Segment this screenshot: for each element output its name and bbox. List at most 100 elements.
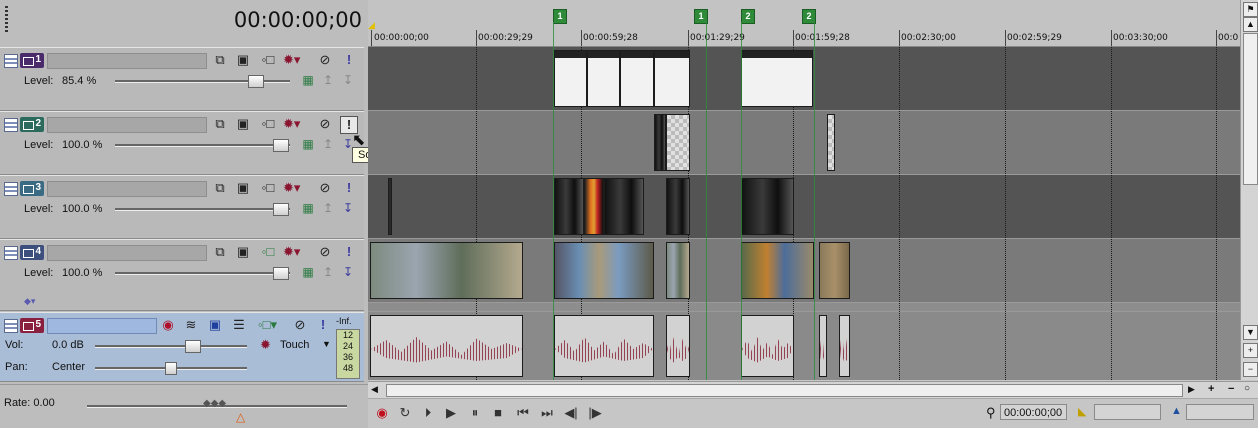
- track-expand-handle[interactable]: [4, 319, 18, 333]
- audio-clip[interactable]: [819, 315, 827, 377]
- composite-mode-icon[interactable]: ⧉: [212, 52, 228, 68]
- track-fx-icon[interactable]: ✹▾: [283, 244, 300, 260]
- scroll-right-button[interactable]: ▶: [1188, 384, 1195, 395]
- hscroll-thumb[interactable]: [386, 384, 1183, 397]
- scroll-down-button[interactable]: ▼: [1243, 325, 1258, 340]
- track-motion-icon[interactable]: ▣: [235, 180, 251, 196]
- automation-mode-icon[interactable]: ✹: [260, 337, 271, 353]
- bypass-motion-blur-icon[interactable]: ◦□: [260, 52, 276, 68]
- video-clip[interactable]: [827, 114, 835, 171]
- automation-mode-dropdown-icon[interactable]: ▼: [322, 339, 331, 349]
- track-name-field[interactable]: [47, 53, 207, 69]
- video-clip[interactable]: [741, 178, 794, 235]
- track-name-field[interactable]: [47, 181, 207, 197]
- go-to-end-button[interactable]: ⏭: [538, 404, 556, 422]
- composite-mode-icon[interactable]: ⧉: [212, 116, 228, 132]
- track-fx-icon[interactable]: ✹▾: [283, 52, 300, 68]
- make-compositing-child-icon[interactable]: ▦: [300, 136, 316, 152]
- play-from-start-button[interactable]: ⏵: [419, 404, 437, 422]
- audio-clip[interactable]: [370, 315, 523, 377]
- track-name-field[interactable]: [47, 318, 157, 334]
- level-slider-thumb[interactable]: [273, 203, 289, 216]
- pause-button[interactable]: ⏸: [466, 404, 484, 422]
- marker-flag-icon[interactable]: ⚑: [1243, 2, 1258, 17]
- level-slider[interactable]: [115, 75, 290, 88]
- solo-icon[interactable]: !: [341, 180, 357, 196]
- invert-phase-icon[interactable]: ≋: [183, 317, 199, 333]
- bypass-motion-blur-icon[interactable]: ◦□: [260, 116, 276, 132]
- rate-slider-thumb[interactable]: ◆◆◆: [203, 398, 226, 409]
- track-expand-handle[interactable]: [4, 54, 18, 68]
- track-motion-icon[interactable]: ▣: [235, 244, 251, 260]
- composite-mode-icon[interactable]: ⧉: [212, 180, 228, 196]
- move-up-icon[interactable]: ↥: [320, 200, 336, 216]
- loop-playback-button[interactable]: ↻: [396, 404, 414, 422]
- video-clip[interactable]: [620, 50, 654, 107]
- video-clip[interactable]: [587, 50, 620, 107]
- video-clip[interactable]: [554, 178, 584, 235]
- zoom-in-vertical-button[interactable]: +: [1243, 343, 1258, 358]
- time-ruler[interactable]: ◢ 1 1 2 2 00:00:00;00 00:00:29;29 00:00:…: [368, 0, 1240, 47]
- automation-settings-icon[interactable]: ☰: [231, 317, 247, 333]
- zoom-out-vertical-button[interactable]: −: [1243, 362, 1258, 377]
- mute-icon[interactable]: ⊘: [317, 52, 333, 68]
- mute-icon[interactable]: ⊘: [292, 317, 308, 333]
- video-clip[interactable]: [819, 242, 850, 299]
- stop-button[interactable]: ■: [489, 404, 507, 422]
- audio-clip[interactable]: [554, 315, 654, 377]
- cursor-position-field[interactable]: 00:00:00;00: [1000, 404, 1067, 420]
- marker-2a[interactable]: 2: [741, 9, 755, 24]
- next-frame-button[interactable]: |▶: [586, 404, 604, 422]
- video-track-3[interactable]: 3 ⧉ ▣ ◦□ ✹▾ ⊘ ! Level: 100.0 % ▦ ↥ ↧: [0, 175, 364, 239]
- zoom-in-horizontal-button[interactable]: +: [1208, 383, 1214, 395]
- video-clip[interactable]: [554, 242, 654, 299]
- track-expand-handle[interactable]: [4, 182, 18, 196]
- selection-length-field[interactable]: [1186, 404, 1254, 420]
- bypass-fx-icon[interactable]: ◦□▾: [258, 317, 277, 333]
- video-clip[interactable]: [741, 50, 813, 107]
- go-to-start-button[interactable]: ⏮: [514, 404, 532, 422]
- video-clip[interactable]: [654, 114, 666, 171]
- video-clip[interactable]: [741, 242, 814, 299]
- timeline-area[interactable]: ◢ 1 1 2 2 00:00:00;00 00:00:29;29 00:00:…: [368, 0, 1240, 380]
- audio-track-5[interactable]: 5 ◉ ≋ ▣ ☰ ◦□▾ ⊘ ! -Inf. 12 24 36 48 Vol:…: [0, 312, 364, 382]
- level-slider[interactable]: [115, 203, 290, 216]
- scroll-thumb[interactable]: [1243, 33, 1258, 185]
- scroll-up-button[interactable]: ▲: [1243, 17, 1258, 32]
- marker-1a[interactable]: 1: [553, 9, 567, 24]
- pan-slider[interactable]: [95, 362, 247, 375]
- make-compositing-child-icon[interactable]: ▦: [300, 200, 316, 216]
- mute-icon[interactable]: ⊘: [317, 244, 333, 260]
- track-name-field[interactable]: [47, 117, 207, 133]
- track-fx-icon[interactable]: ✹▾: [283, 180, 300, 196]
- bypass-motion-blur-icon[interactable]: ◦□: [260, 244, 276, 260]
- video-clip[interactable]: [584, 178, 604, 235]
- zoom-out-horizontal-button[interactable]: −: [1228, 383, 1234, 395]
- track-fx-icon[interactable]: ✹▾: [283, 116, 300, 132]
- lane-track-3[interactable]: [368, 175, 1240, 238]
- panel-grip[interactable]: [5, 6, 8, 32]
- solo-icon[interactable]: !: [341, 244, 357, 260]
- solo-icon[interactable]: !: [341, 52, 357, 68]
- move-down-icon[interactable]: ↧: [340, 72, 356, 88]
- video-track-4[interactable]: 4 ⧉ ▣ ◦□ ✹▾ ⊘ ! Level: 100.0 % ▦ ↥ ↧ ◆▾: [0, 239, 364, 311]
- lane-track-2[interactable]: [368, 111, 1240, 174]
- video-clip[interactable]: [604, 178, 644, 235]
- audio-clip[interactable]: [741, 315, 794, 377]
- previous-frame-button[interactable]: ◀|: [562, 404, 580, 422]
- solo-icon[interactable]: !: [315, 317, 331, 333]
- move-up-icon[interactable]: ↥: [320, 72, 336, 88]
- level-slider-thumb[interactable]: [248, 75, 264, 88]
- track-motion-icon[interactable]: ▣: [235, 52, 251, 68]
- audio-clip[interactable]: [666, 315, 690, 377]
- video-clip[interactable]: [666, 114, 690, 171]
- track-expand-handle[interactable]: [4, 246, 18, 260]
- move-down-icon[interactable]: ↧: [340, 200, 356, 216]
- video-clip[interactable]: [388, 178, 392, 235]
- level-slider-thumb[interactable]: [273, 139, 289, 152]
- track-expand-handle[interactable]: [4, 118, 18, 132]
- zoom-full-button[interactable]: ○: [1244, 383, 1250, 394]
- arm-record-icon[interactable]: ◉: [160, 317, 176, 333]
- expand-compositing-icon[interactable]: ◆▾: [24, 296, 35, 307]
- move-up-icon[interactable]: ↥: [320, 264, 336, 280]
